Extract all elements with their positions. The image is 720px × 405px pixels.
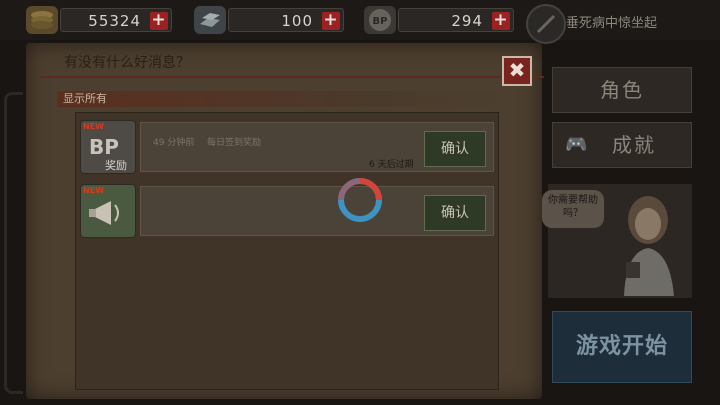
buy-bp-button[interactable]: + [492, 12, 510, 30]
loading-spinner-icon [338, 178, 382, 222]
help-bubble: 你需要帮助吗？ [542, 190, 604, 228]
bp-value: 294 [451, 12, 483, 30]
help-character[interactable]: 你需要帮助吗？ [542, 184, 692, 298]
bp-counter: 294 + [398, 8, 514, 32]
status-text: 垂死病中惊坐起 [566, 16, 658, 31]
buy-coins-button[interactable]: + [150, 12, 168, 30]
new-badge: NEW [83, 122, 104, 131]
silver-counter: 100 + [228, 8, 344, 32]
message-time: 49 分钟前 [153, 138, 195, 148]
buy-silver-button[interactable]: + [322, 12, 340, 30]
side-frame [4, 92, 23, 394]
coin-value: 55324 [88, 12, 141, 30]
achievement-button[interactable]: 🎮 成就 [552, 122, 692, 168]
list-item: NEW 确认 [80, 182, 494, 240]
bp-reward-sub: 奖励 [105, 159, 127, 172]
filter-show-all[interactable]: 显示所有 [57, 91, 515, 107]
message-expiry: 6 天后过期 [369, 160, 414, 170]
bp-reward-icon: NEW BP 奖励 [80, 120, 136, 174]
assistant-portrait-icon [624, 196, 674, 296]
bp-reward-label: BP [89, 135, 119, 159]
close-button[interactable]: ✖ [502, 56, 532, 86]
list-item: NEW BP 奖励 49 分钟前 每日签到奖励 6 天后过期 确认 [80, 118, 494, 176]
achievement-label: 成就 [612, 133, 656, 157]
start-game-button[interactable]: 游戏开始 [552, 311, 692, 383]
confirm-button[interactable]: 确认 [424, 195, 486, 231]
bp-badge-icon: BP [364, 6, 396, 34]
silver-bars-icon [194, 6, 226, 34]
compass-icon[interactable] [526, 4, 566, 44]
role-button[interactable]: 角色 [552, 67, 692, 113]
silver-value: 100 [281, 12, 313, 30]
svg-text:BP: BP [373, 16, 388, 27]
confirm-button[interactable]: 确认 [424, 131, 486, 167]
gamepad-icon: 🎮 [565, 134, 590, 155]
start-game-label: 游戏开始 [575, 334, 668, 359]
message-body[interactable]: 49 分钟前 每日签到奖励 6 天后过期 确认 [140, 122, 494, 172]
help-text: 你需要帮助吗？ [548, 195, 598, 219]
coin-counter: 55324 + [60, 8, 172, 32]
coin-stack-icon [26, 6, 58, 34]
message-text: 每日签到奖励 [207, 138, 262, 148]
megaphone-icon: NEW [80, 184, 136, 238]
dialog-title: 有没有什么好消息？ [40, 52, 544, 78]
message-body[interactable]: 确认 [140, 186, 494, 236]
